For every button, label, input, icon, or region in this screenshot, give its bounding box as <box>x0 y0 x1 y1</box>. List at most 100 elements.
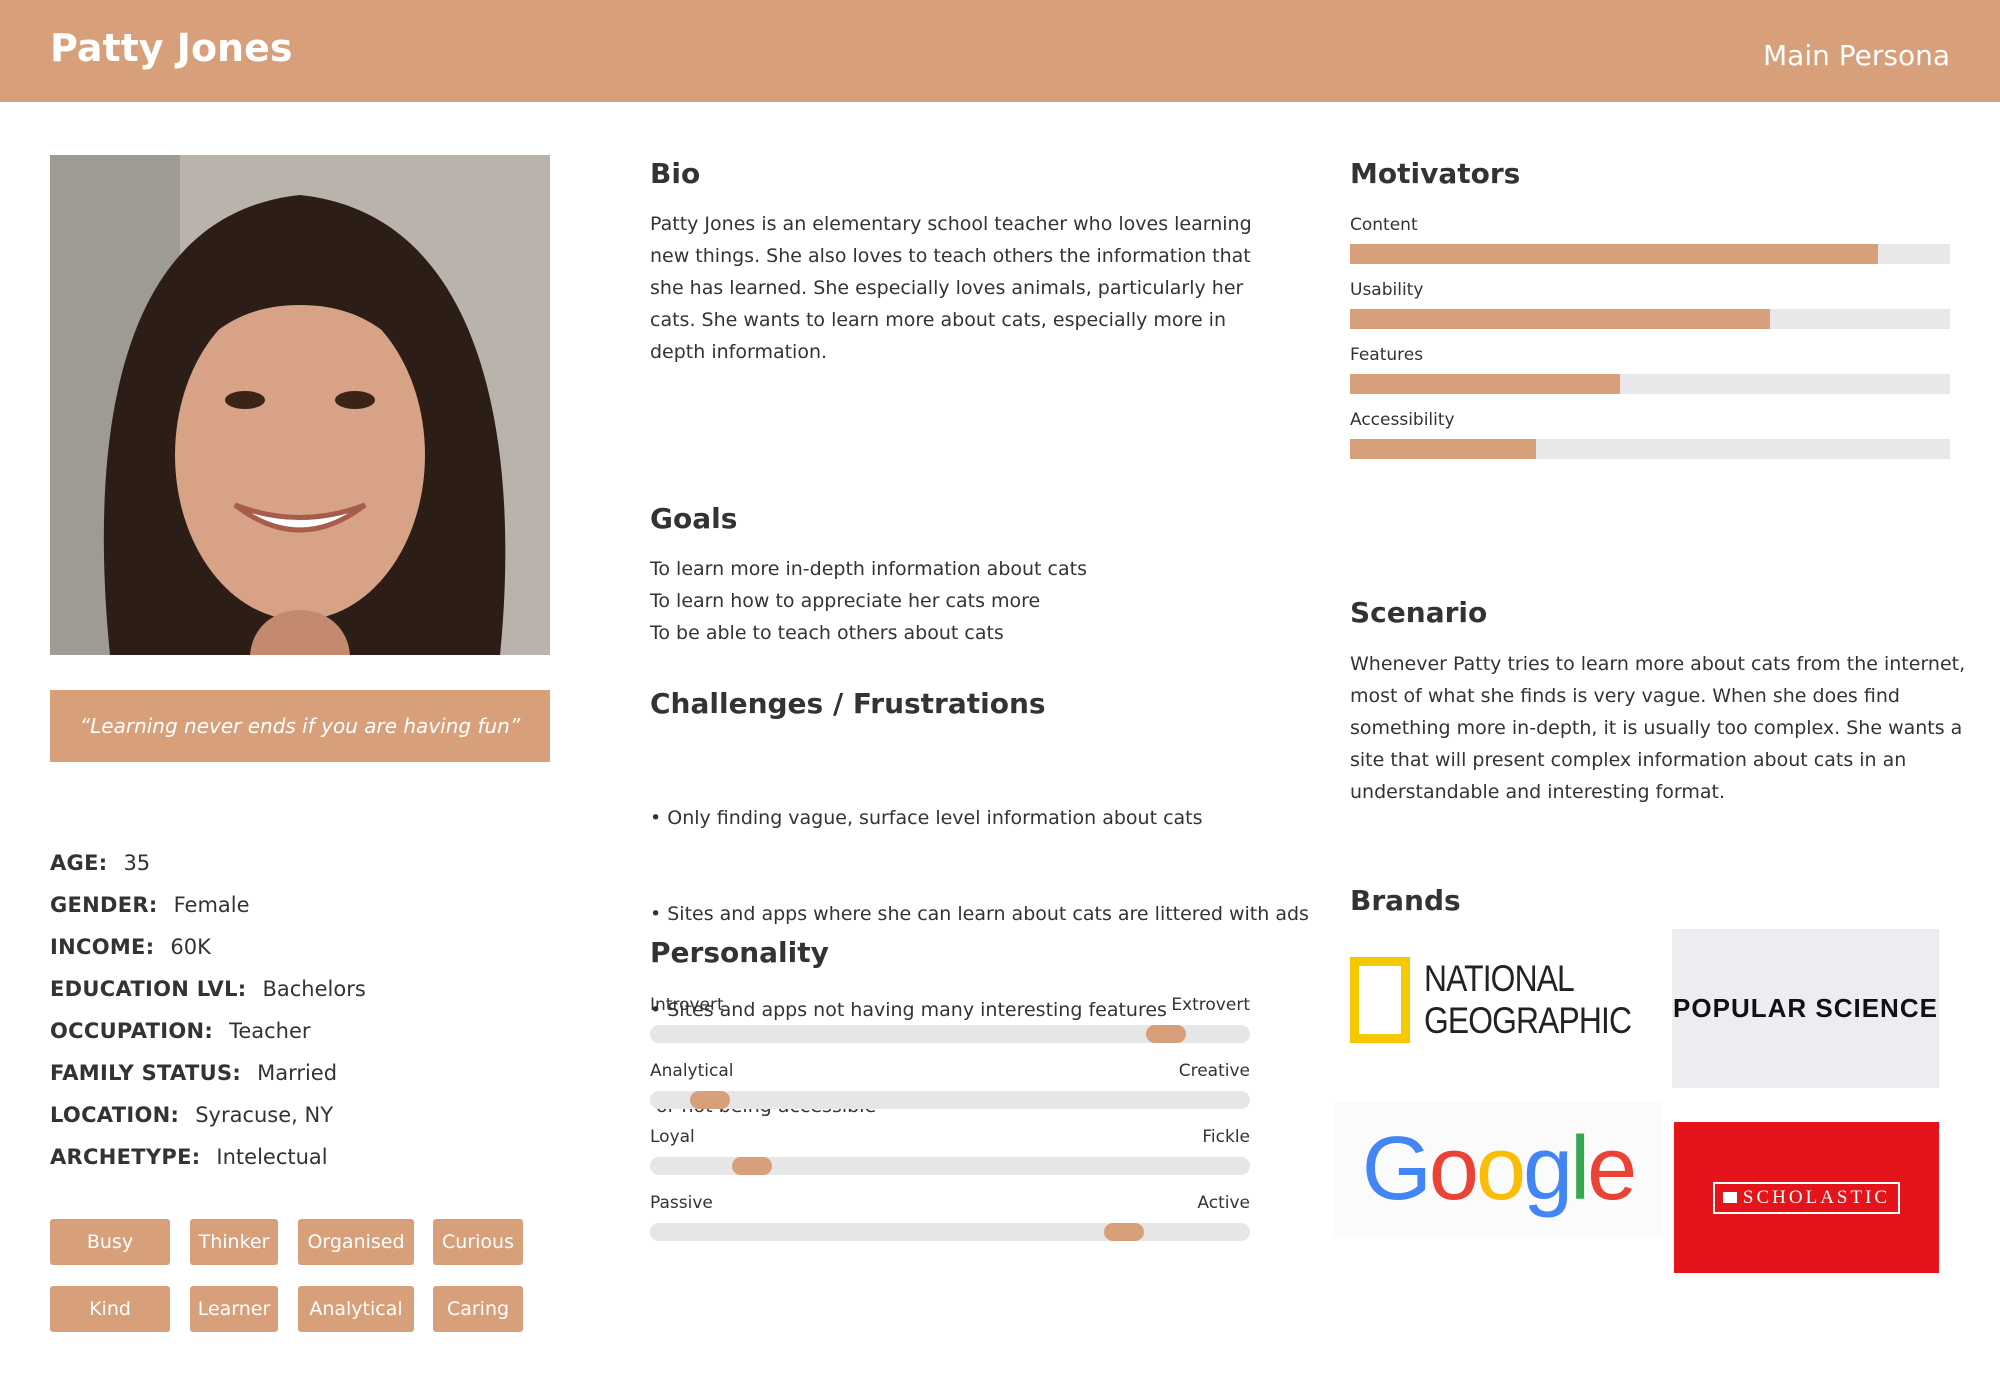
personality-slider <box>650 1157 1250 1175</box>
motivator-bar <box>1350 439 1950 459</box>
motivator-bar-fill <box>1350 374 1620 394</box>
demographic-label: ARCHETYPE: <box>50 1145 201 1169</box>
demographic-value: 60K <box>170 935 211 959</box>
bio-line: Patty Jones is an elementary school teac… <box>650 213 1252 235</box>
goal-item: To learn how to appreciate her cats more <box>650 590 1041 612</box>
motivator-label: Features <box>1350 345 1424 365</box>
google-letter: g <box>1523 1119 1573 1219</box>
trait-tag: Thinker <box>190 1219 278 1265</box>
persona-type: Main Persona <box>1763 39 1950 72</box>
motivator-bar <box>1350 309 1950 329</box>
scenario-line: Whenever Patty tries to learn more about… <box>1350 653 1966 675</box>
motivators-heading: Motivators <box>1350 157 1521 190</box>
trait-tag: Caring <box>433 1286 523 1332</box>
demographic-occupation: OCCUPATION: Teacher <box>50 1010 570 1052</box>
natgeo-frame-icon <box>1350 957 1410 1043</box>
personality-slider-knob <box>1104 1223 1144 1241</box>
demographic-label: FAMILY STATUS: <box>50 1061 242 1085</box>
goal-item: To be able to teach others about cats <box>650 622 1004 644</box>
personality-slider <box>650 1223 1250 1241</box>
persona-photo <box>50 155 550 655</box>
motivator-bar <box>1350 374 1950 394</box>
popsci-wordmark: POPULAR SCIENCE <box>1673 993 1938 1023</box>
demographic-value: Married <box>257 1061 338 1085</box>
trait-tag: Curious <box>433 1219 523 1265</box>
personality-slider-knob <box>732 1157 772 1175</box>
trait-tag: Learner <box>190 1286 278 1332</box>
trait-tag: Kind <box>50 1286 170 1332</box>
trait-right-label: Active <box>1197 1193 1250 1213</box>
trait-tag: Organised <box>298 1219 414 1265</box>
header-bar: Patty Jones Main Persona <box>0 0 2000 102</box>
demographic-label: INCOME: <box>50 935 155 959</box>
challenge-item: • Only finding vague, surface level info… <box>650 807 1203 829</box>
personality-slider <box>650 1091 1250 1109</box>
google-letter: e <box>1587 1119 1637 1219</box>
google-letter: o <box>1475 1119 1526 1219</box>
trait-left-label: Analytical <box>650 1061 734 1081</box>
scenario-text: Whenever Patty tries to learn more about… <box>1350 648 1970 808</box>
scenario-line: site that will present complex informati… <box>1350 749 1907 771</box>
trait-right-label: Fickle <box>1202 1127 1250 1147</box>
personality-slider-knob <box>1146 1025 1186 1043</box>
bio-text: Patty Jones is an elementary school teac… <box>650 208 1270 368</box>
demographic-location: LOCATION: Syracuse, NY <box>50 1094 570 1136</box>
trait-left-label: Passive <box>650 1193 713 1213</box>
google-letter: o <box>1428 1119 1479 1219</box>
motivator-bar <box>1350 244 1950 264</box>
goals-list: To learn more in-depth information about… <box>650 553 1270 649</box>
motivator-label: Content <box>1350 215 1418 235</box>
personality-slider <box>650 1025 1250 1043</box>
demographic-value: Teacher <box>229 1019 311 1043</box>
book-icon <box>1722 1192 1737 1203</box>
demographic-value: Bachelors <box>262 977 366 1001</box>
trait-right-label: Extrovert <box>1171 995 1250 1015</box>
bio-line: new things. She also loves to teach othe… <box>650 245 1251 267</box>
bio-line: depth information. <box>650 341 828 363</box>
challenge-item: • Sites and apps where she can learn abo… <box>650 903 1309 925</box>
motivator-label: Usability <box>1350 280 1424 300</box>
google-logo: G o o g l e <box>1333 1102 1663 1237</box>
bio-line: she has learned. She especially loves an… <box>650 277 1244 299</box>
demographic-income: INCOME: 60K <box>50 926 570 968</box>
natgeo-wordmark: NATIONAL GEOGRAPHIC <box>1424 958 1632 1041</box>
motivator-bar-fill <box>1350 309 1770 329</box>
trait-tag: Analytical <box>298 1286 414 1332</box>
trait-left-label: Introvert <box>650 995 724 1015</box>
challenges-heading: Challenges / Frustrations <box>650 687 1046 720</box>
bio-heading: Bio <box>650 157 701 190</box>
demographic-label: EDUCATION LVL: <box>50 977 247 1001</box>
google-letter: l <box>1570 1119 1590 1219</box>
trait-tag: Busy <box>50 1219 170 1265</box>
demographic-value: Intelectual <box>216 1145 328 1169</box>
demographic-value: Syracuse, NY <box>195 1103 334 1127</box>
national-geographic-logo: NATIONAL GEOGRAPHIC <box>1350 950 1650 1050</box>
motivator-bar-fill <box>1350 244 1878 264</box>
demographic-gender: GENDER: Female <box>50 884 570 926</box>
demographic-label: OCCUPATION: <box>50 1019 214 1043</box>
scenario-line: understandable and interesting format. <box>1350 781 1725 803</box>
bio-line: cats. She wants to learn more about cats… <box>650 309 1227 331</box>
google-letter: G <box>1361 1119 1432 1219</box>
persona-name: Patty Jones <box>50 26 293 70</box>
demographic-label: LOCATION: <box>50 1103 180 1127</box>
brands-heading: Brands <box>1350 884 1461 917</box>
demographics-list: AGE: 35 GENDER: Female INCOME: 60K EDUCA… <box>50 842 570 1178</box>
scenario-line: most of what she finds is very vague. Wh… <box>1350 685 1900 707</box>
scenario-line: something more in-depth, it is usually t… <box>1350 717 1963 739</box>
scholastic-wordmark: SCHOLASTIC <box>1742 1186 1891 1208</box>
trait-left-label: Loyal <box>650 1127 695 1147</box>
scenario-heading: Scenario <box>1350 596 1488 629</box>
scholastic-badge: SCHOLASTIC <box>1712 1181 1901 1214</box>
demographic-value: 35 <box>123 851 151 875</box>
demographic-age: AGE: 35 <box>50 842 570 884</box>
persona-quote: “Learning never ends if you are having f… <box>50 690 550 762</box>
motivator-bar-fill <box>1350 439 1536 459</box>
demographic-family-status: FAMILY STATUS: Married <box>50 1052 570 1094</box>
goals-heading: Goals <box>650 502 738 535</box>
scholastic-logo: SCHOLASTIC <box>1674 1122 1939 1273</box>
motivator-label: Accessibility <box>1350 410 1455 430</box>
personality-heading: Personality <box>650 936 829 969</box>
goal-item: To learn more in-depth information about… <box>650 558 1087 580</box>
demographic-value: Female <box>173 893 250 917</box>
